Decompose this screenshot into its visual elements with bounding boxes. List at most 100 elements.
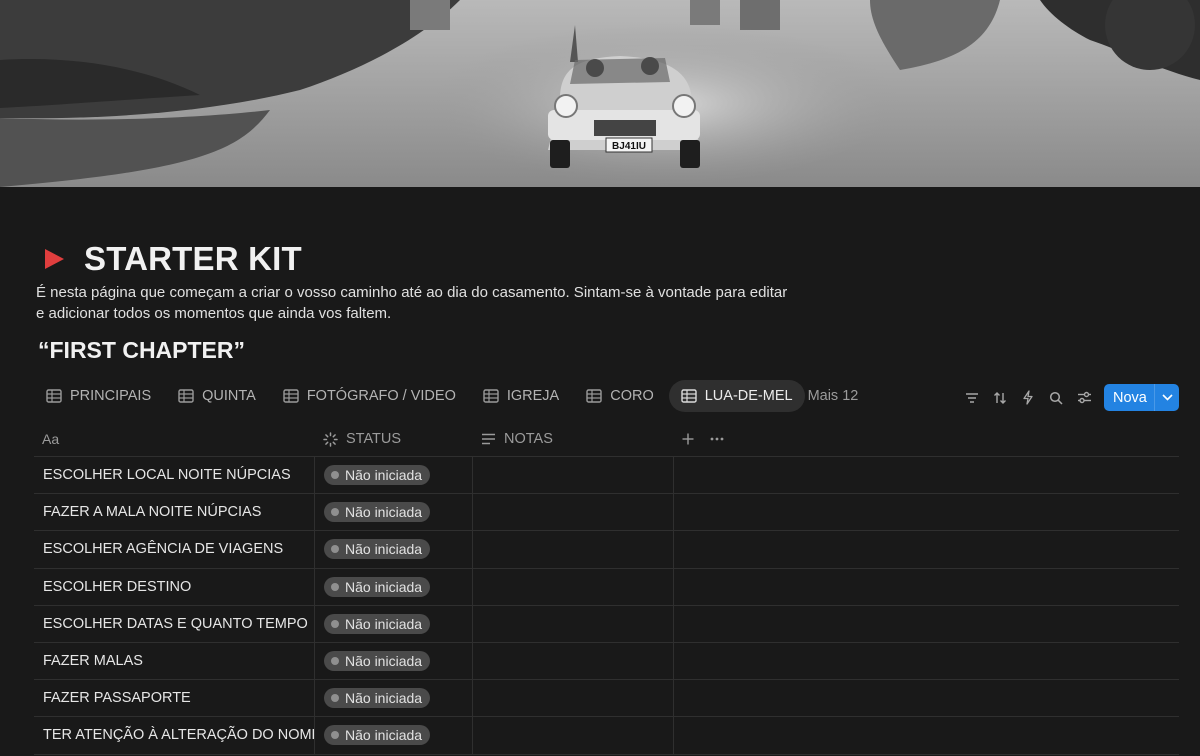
tab-quinta[interactable]: QUINTA — [166, 380, 268, 412]
new-button[interactable]: Nova — [1104, 384, 1179, 411]
tab-label: PRINCIPAIS — [70, 388, 152, 404]
new-button-label: Nova — [1113, 389, 1147, 406]
tab-label: QUINTA — [202, 388, 256, 404]
status-dot — [331, 582, 339, 591]
status-badge: Não iniciada — [324, 613, 431, 634]
column-label: NOTAS — [504, 431, 553, 447]
table-icon — [46, 389, 62, 403]
row-notes[interactable] — [473, 568, 674, 605]
row-empty-cell — [674, 606, 1179, 642]
table-row[interactable]: ESCOLHER AGÊNCIA DE VIAGENS Não iniciada — [34, 531, 1179, 569]
page-title: STARTER KIT — [84, 240, 302, 277]
status-dot — [331, 508, 339, 517]
status-text: Não iniciada — [345, 727, 423, 744]
row-name[interactable]: ESCOLHER DATAS E QUANTO TEMPO — [34, 605, 315, 642]
row-notes[interactable] — [473, 680, 674, 717]
settings-sliders-icon[interactable] — [1070, 384, 1098, 411]
table-row[interactable]: ESCOLHER DESTINO Não iniciada — [34, 568, 1179, 606]
row-status-cell[interactable]: Não iniciada — [315, 494, 473, 531]
row-status-cell[interactable]: Não iniciada — [315, 531, 473, 568]
status-dot — [331, 619, 339, 628]
search-icon[interactable] — [1042, 384, 1070, 411]
column-header-status[interactable]: STATUS — [315, 422, 473, 456]
row-name[interactable]: ESCOLHER LOCAL NOITE NÚPCIAS — [34, 457, 315, 494]
table-header: Aa STATUS NOTAS — [34, 422, 1179, 457]
status-badge: Não iniciada — [324, 651, 431, 672]
play-icon — [42, 247, 66, 271]
table-icon — [681, 389, 697, 403]
chevron-down-icon[interactable] — [1155, 394, 1179, 401]
tab-principais[interactable]: PRINCIPAIS — [34, 380, 163, 412]
header-actions — [674, 422, 1179, 456]
row-empty-cell — [674, 717, 1179, 753]
row-name[interactable]: ESCOLHER AGÊNCIA DE VIAGENS — [34, 531, 315, 568]
status-text: Não iniciada — [345, 615, 423, 632]
table-row[interactable]: FAZER PASSAPORTE Não iniciada — [34, 680, 1179, 718]
row-name[interactable]: FAZER MALAS — [34, 642, 315, 680]
row-name[interactable]: ESCOLHER DESTINO — [34, 568, 315, 605]
column-header-name[interactable]: Aa — [34, 422, 315, 456]
status-badge: Não iniciada — [324, 502, 431, 523]
row-notes[interactable] — [473, 494, 674, 531]
table-icon — [283, 389, 299, 403]
column-header-notes[interactable]: NOTAS — [473, 422, 674, 456]
tab-igreja[interactable]: IGREJA — [471, 380, 571, 412]
view-tabs: PRINCIPAIS QUINTA FOTÓGRAFO / VIDEO IGRE… — [34, 380, 858, 412]
status-dot — [331, 694, 339, 703]
row-empty-cell — [674, 680, 1179, 716]
status-badge: Não iniciada — [324, 539, 431, 560]
status-badge: Não iniciada — [324, 576, 431, 597]
row-notes[interactable] — [473, 642, 674, 680]
column-label: STATUS — [346, 431, 402, 447]
table-row[interactable]: FAZER A MALA NOITE NÚPCIAS Não iniciada — [34, 494, 1179, 532]
row-status-cell[interactable]: Não iniciada — [315, 717, 473, 754]
row-status-cell[interactable]: Não iniciada — [315, 568, 473, 605]
status-text: Não iniciada — [345, 578, 423, 595]
database-table: Aa STATUS NOTAS ESCOLHER LOCAL NOITE NÚP… — [34, 422, 1179, 755]
status-spinner-icon — [323, 431, 338, 447]
row-empty-cell — [674, 494, 1179, 530]
add-column-plus-icon[interactable] — [682, 433, 694, 445]
tab-label: LUA-DE-MEL — [704, 388, 793, 404]
status-dot — [331, 471, 339, 480]
text-lines-icon — [482, 433, 495, 445]
row-notes[interactable] — [473, 717, 674, 754]
page-description: É nesta página que começam a criar o vos… — [36, 284, 788, 322]
table-icon — [483, 389, 499, 403]
row-status-cell[interactable]: Não iniciada — [315, 642, 473, 680]
automation-lightning-icon[interactable] — [1014, 384, 1042, 411]
tab-fotografo-video[interactable]: FOTÓGRAFO / VIDEO — [271, 380, 468, 412]
row-status-cell[interactable]: Não iniciada — [315, 457, 473, 494]
row-notes[interactable] — [473, 605, 674, 642]
sort-icon[interactable] — [986, 384, 1014, 411]
tab-lua-de-mel[interactable]: LUA-DE-MEL — [668, 380, 805, 412]
status-text: Não iniciada — [345, 467, 423, 484]
table-row[interactable]: FAZER MALAS Não iniciada — [34, 642, 1179, 681]
row-notes[interactable] — [473, 531, 674, 568]
tabs-more-button[interactable]: Mais 12 — [808, 388, 859, 404]
cover-image: BJ41IU — [0, 0, 1200, 187]
filter-icon[interactable] — [958, 384, 986, 411]
status-dot — [331, 657, 339, 666]
row-notes[interactable] — [473, 457, 674, 494]
status-badge: Não iniciada — [324, 465, 431, 486]
row-name[interactable]: FAZER A MALA NOITE NÚPCIAS — [34, 494, 315, 531]
row-status-cell[interactable]: Não iniciada — [315, 680, 473, 717]
tab-label: FOTÓGRAFO / VIDEO — [306, 388, 456, 404]
row-name[interactable]: TER ATENÇÃO À ALTERAÇÃO DO NOME — [34, 717, 315, 754]
table-row[interactable]: TER ATENÇÃO À ALTERAÇÃO DO NOME Não inic… — [34, 717, 1179, 755]
text-property-icon: Aa — [42, 431, 60, 447]
table-icon — [178, 389, 194, 403]
row-status-cell[interactable]: Não iniciada — [315, 605, 473, 642]
tab-coro[interactable]: CORO — [574, 380, 666, 412]
license-plate: BJ41IU — [612, 141, 646, 152]
row-name[interactable]: FAZER PASSAPORTE — [34, 680, 315, 717]
more-options-icon[interactable] — [710, 437, 724, 441]
status-text: Não iniciada — [345, 504, 423, 521]
status-badge: Não iniciada — [324, 725, 431, 746]
status-text: Não iniciada — [345, 690, 423, 707]
section-heading: “FIRST CHAPTER” — [38, 337, 245, 363]
table-row[interactable]: ESCOLHER DATAS E QUANTO TEMPO Não inicia… — [34, 605, 1179, 643]
status-text: Não iniciada — [345, 541, 423, 558]
table-row[interactable]: ESCOLHER LOCAL NOITE NÚPCIAS Não iniciad… — [34, 457, 1179, 495]
